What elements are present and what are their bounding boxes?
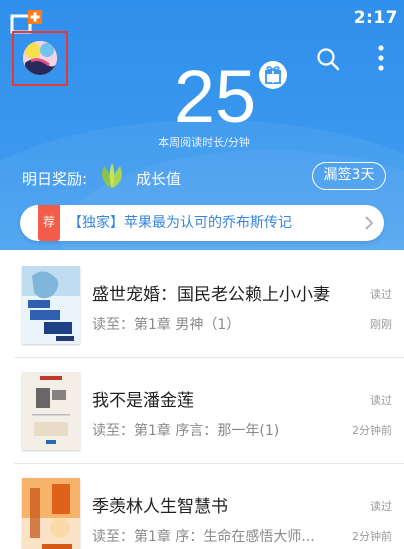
book-title[interactable]: 盛世宠婚：国民老公赖上小小妻 — [92, 280, 330, 305]
weekly-reading-minutes: 25 — [173, 55, 257, 138]
book-cover-image — [22, 266, 80, 344]
status-bar-time: 2:17 — [353, 8, 398, 28]
read-time: 2分钟前 — [352, 424, 392, 437]
book-progress: 读至：第1章 序：生命在感悟大师... — [92, 529, 315, 545]
list-item[interactable]: 盛世宠婚：国民老公赖上小小妻 读至：第1章 男神（1） 读过 刚刚 — [0, 252, 404, 358]
book-progress: 读至：第1章 男神（1） — [92, 317, 241, 333]
book-cover-image — [22, 372, 80, 450]
avatar[interactable] — [23, 41, 57, 75]
leaf-icon — [102, 163, 122, 188]
tomorrow-reward-value: 成长值 — [136, 170, 182, 188]
book-cover[interactable] — [22, 478, 80, 549]
avatar-highlight-box[interactable] — [12, 31, 68, 86]
weekly-reading-caption: 本周阅读时长/分钟 — [158, 136, 250, 149]
chevron-right-icon — [365, 216, 374, 230]
read-status: 读过 — [370, 500, 392, 513]
book-progress: 读至：第1章 序言：那一年(1) — [92, 423, 280, 439]
tomorrow-reward-label: 明日奖励: — [22, 170, 88, 188]
more-vertical-icon[interactable] — [376, 44, 386, 72]
book-cover[interactable] — [22, 372, 80, 450]
promo-banner[interactable]: 荐 【独家】苹果最为认可的乔布斯传记 — [20, 205, 384, 241]
recommend-badge: 荐 — [38, 205, 60, 241]
search-icon[interactable] — [316, 47, 340, 71]
book-cover[interactable] — [22, 266, 80, 344]
book-title[interactable]: 我不是潘金莲 — [92, 386, 194, 411]
avatar-image — [23, 41, 57, 75]
reading-stats-header: 2:17 25 本周阅读时长/分钟 明日奖励: 成长值 漏签3天 荐 【独家】苹… — [0, 0, 404, 250]
read-status: 读过 — [370, 288, 392, 301]
book-cover-image — [22, 478, 80, 549]
promo-text[interactable]: 【独家】苹果最为认可的乔布斯传记 — [68, 205, 292, 241]
list-item[interactable]: 我不是潘金莲 读至：第1章 序言：那一年(1) 读过 2分钟前 — [0, 358, 404, 464]
read-status: 读过 — [370, 394, 392, 407]
gift-icon[interactable] — [258, 60, 288, 90]
missed-signin-button[interactable]: 漏签3天 — [312, 162, 386, 190]
book-title[interactable]: 季羡林人生智慧书 — [92, 492, 228, 517]
list-item[interactable]: 季羡林人生智慧书 读至：第1章 序：生命在感悟大师... 读过 2分钟前 — [0, 464, 404, 549]
read-time: 2分钟前 — [352, 530, 392, 543]
read-time: 刚刚 — [370, 318, 392, 331]
